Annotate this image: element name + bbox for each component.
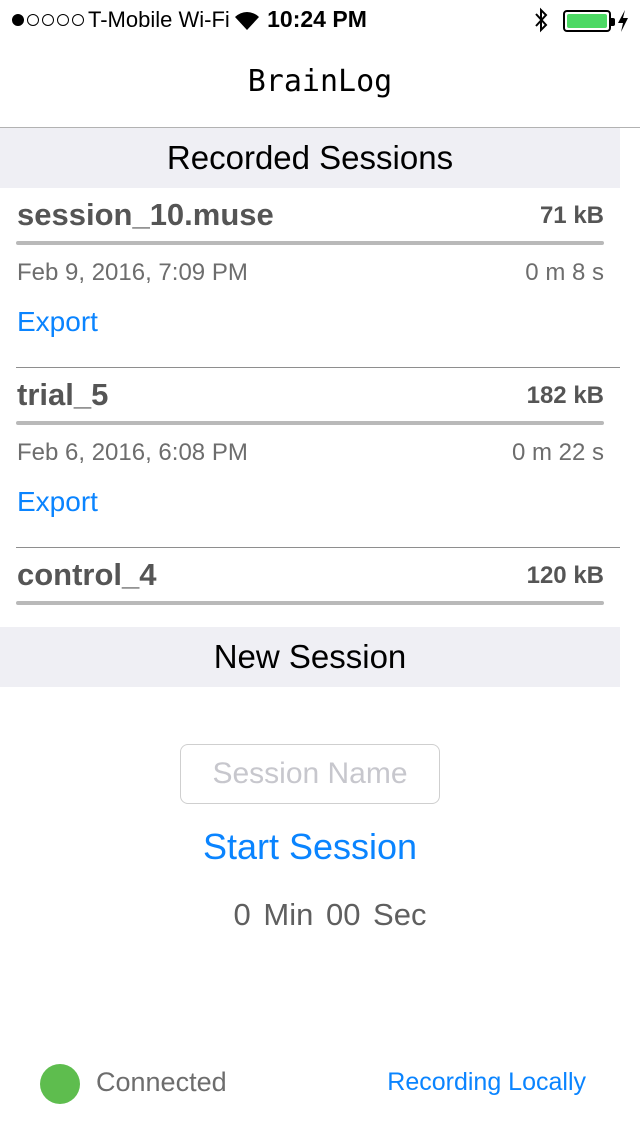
session-size: 71 kB — [539, 202, 604, 229]
session-name-input[interactable] — [180, 744, 440, 804]
session-timer: 0 Min 00 Sec — [233, 897, 427, 932]
recording-mode-button[interactable]: Recording Locally — [387, 1068, 586, 1097]
session-size: 120 kB — [526, 562, 604, 589]
bluetooth-icon — [535, 7, 548, 33]
page-title: BrainLog — [247, 64, 393, 99]
new-session-header: New Session — [0, 627, 620, 687]
session-row[interactable]: session_10.muse 71 kB Feb 9, 2016, 7:09 … — [0, 188, 620, 368]
charging-bolt-icon — [618, 10, 628, 32]
connection-status-indicator — [40, 1064, 80, 1104]
session-progress-bar — [16, 601, 604, 605]
export-button[interactable]: Export — [17, 486, 98, 518]
recorded-sessions-header: Recorded Sessions — [0, 128, 620, 188]
battery-icon — [563, 10, 615, 32]
session-name: control_4 — [17, 557, 157, 592]
session-duration: 0 m 22 s — [511, 439, 604, 466]
session-name: session_10.muse — [17, 197, 274, 232]
session-date: Feb 6, 2016, 6:08 PM — [17, 439, 248, 466]
export-button[interactable]: Export — [17, 306, 98, 338]
session-duration: 0 m 8 s — [525, 259, 604, 286]
status-time: 10:24 PM — [267, 6, 367, 32]
session-progress-bar — [16, 421, 604, 425]
session-name: trial_5 — [17, 377, 109, 412]
connection-status-label: Connected — [96, 1067, 227, 1097]
session-row[interactable]: trial_5 182 kB Feb 6, 2016, 6:08 PM 0 m … — [0, 368, 620, 548]
session-row[interactable]: control_4 120 kB — [0, 548, 620, 627]
session-progress-bar — [16, 241, 604, 245]
status-bar: T-Mobile Wi-Fi 10:24 PM — [0, 0, 640, 40]
session-date: Feb 9, 2016, 7:09 PM — [17, 259, 248, 286]
start-session-button[interactable]: Start Session — [0, 826, 620, 868]
session-size: 182 kB — [526, 382, 604, 409]
